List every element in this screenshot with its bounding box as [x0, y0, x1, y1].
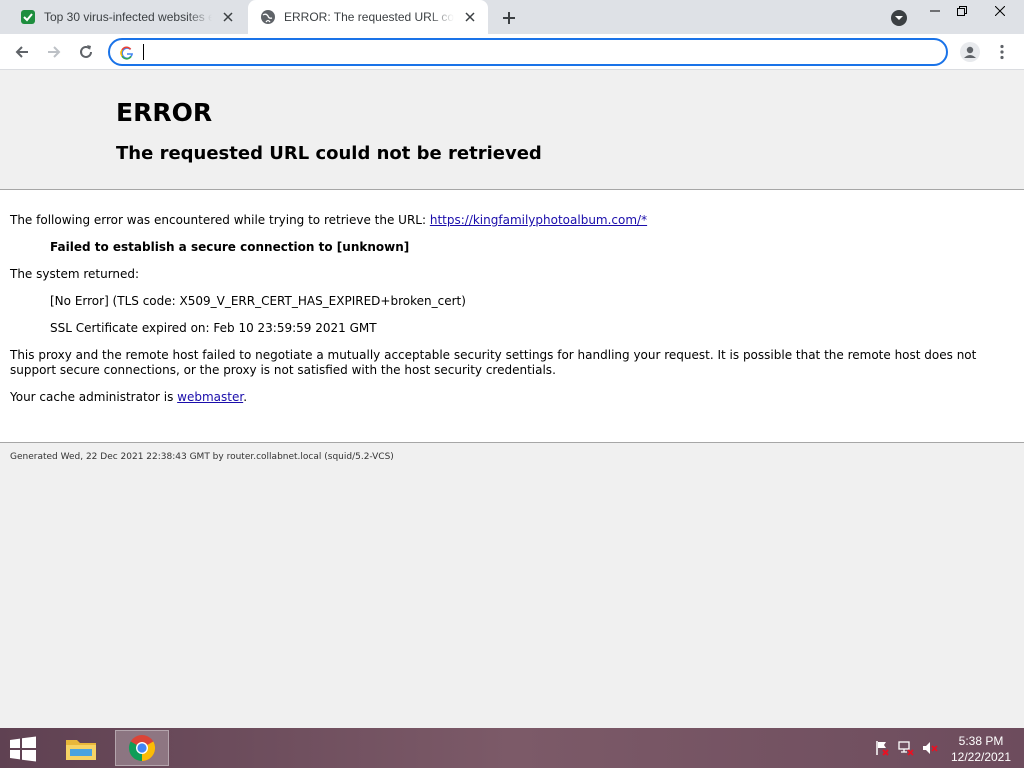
close-icon: [223, 12, 233, 22]
menu-button[interactable]: [988, 38, 1016, 66]
volume-muted-icon[interactable]: [922, 740, 938, 756]
restore-icon: [957, 6, 967, 16]
taskbar-chrome[interactable]: [115, 730, 169, 766]
requested-url-link[interactable]: https://kingfamilyphotoalbum.com/*: [430, 213, 647, 227]
restore-button[interactable]: [947, 0, 977, 22]
minimize-icon: [930, 10, 940, 12]
omnibox-input[interactable]: [142, 42, 932, 62]
profile-button[interactable]: [956, 38, 984, 66]
cache-admin-suffix: .: [243, 390, 248, 404]
tab-strip: Top 30 virus-infected websites exposed E…: [0, 0, 1024, 34]
text-caret: [143, 44, 144, 60]
start-button[interactable]: [8, 736, 38, 762]
tls-error-code: [No Error] (TLS code: X509_V_ERR_CERT_HA…: [50, 294, 466, 308]
shield-icon: [20, 9, 36, 25]
page-subtitle: The requested URL could not be retrieved: [116, 143, 542, 164]
generated-footer: Generated Wed, 22 Dec 2021 22:38:43 GMT …: [10, 452, 394, 462]
taskbar: 5:38 PM 12/22/2021: [0, 728, 1024, 768]
intro-text: The following error was encountered whil…: [10, 213, 430, 227]
intro-paragraph: The following error was encountered whil…: [10, 213, 647, 228]
action-center-flag-icon[interactable]: [874, 740, 890, 756]
chrome-icon: [128, 735, 156, 762]
reload-button[interactable]: [72, 38, 100, 66]
forward-arrow-icon: [48, 46, 61, 58]
page-content: ERROR The requested URL could not be ret…: [0, 70, 1024, 728]
tab-title: Top 30 virus-infected websites exposed: [44, 10, 212, 24]
page-title: ERROR: [116, 98, 213, 127]
tab-close-button[interactable]: [460, 7, 480, 27]
reload-icon: [80, 45, 92, 58]
file-explorer-icon: [66, 740, 96, 760]
google-icon: [120, 45, 134, 60]
taskbar-file-explorer[interactable]: [54, 730, 108, 766]
close-icon: [995, 6, 1005, 16]
globe-icon: [260, 9, 276, 25]
forward-button[interactable]: [40, 38, 68, 66]
clock-time: 5:38 PM: [958, 734, 1004, 748]
system-clock[interactable]: 5:38 PM 12/22/2021: [944, 733, 1018, 765]
error-details: The following error was encountered whil…: [0, 190, 1024, 443]
cache-admin-text: Your cache administrator is: [10, 390, 178, 404]
tab-close-button[interactable]: [218, 7, 238, 27]
tab-search-button[interactable]: [889, 8, 909, 28]
failure-message: Failed to establish a secure connection …: [50, 240, 410, 254]
network-icon[interactable]: [898, 740, 914, 756]
kebab-menu-icon: [1000, 44, 1004, 60]
new-tab-button[interactable]: [497, 6, 521, 30]
back-arrow-icon: [15, 46, 28, 58]
chevron-down-icon: [891, 10, 907, 26]
system-returned-label: The system returned:: [10, 267, 140, 281]
browser-toolbar: [0, 34, 1024, 70]
error-header: ERROR The requested URL could not be ret…: [0, 70, 1024, 190]
tab-title: ERROR: The requested URL could not be re…: [284, 10, 454, 24]
tab-error[interactable]: ERROR: The requested URL could not be re…: [248, 0, 488, 34]
back-button[interactable]: [8, 38, 36, 66]
clock-date: 12/22/2021: [950, 750, 1012, 764]
windows-start-icon: [10, 736, 36, 762]
cache-admin-paragraph: Your cache administrator is webmaster.: [10, 390, 247, 405]
avatar-icon: [960, 42, 980, 62]
webmaster-link[interactable]: webmaster: [177, 390, 243, 404]
close-icon: [465, 12, 475, 22]
plus-icon: [503, 12, 515, 24]
ssl-expiry: SSL Certificate expired on: Feb 10 23:59…: [50, 321, 377, 335]
close-window-button[interactable]: [980, 0, 1020, 22]
minimize-button[interactable]: [920, 0, 950, 22]
address-bar[interactable]: [108, 38, 948, 66]
tab-virus-websites[interactable]: Top 30 virus-infected websites exposed: [8, 0, 246, 34]
explanation-paragraph: This proxy and the remote host failed to…: [10, 348, 977, 377]
